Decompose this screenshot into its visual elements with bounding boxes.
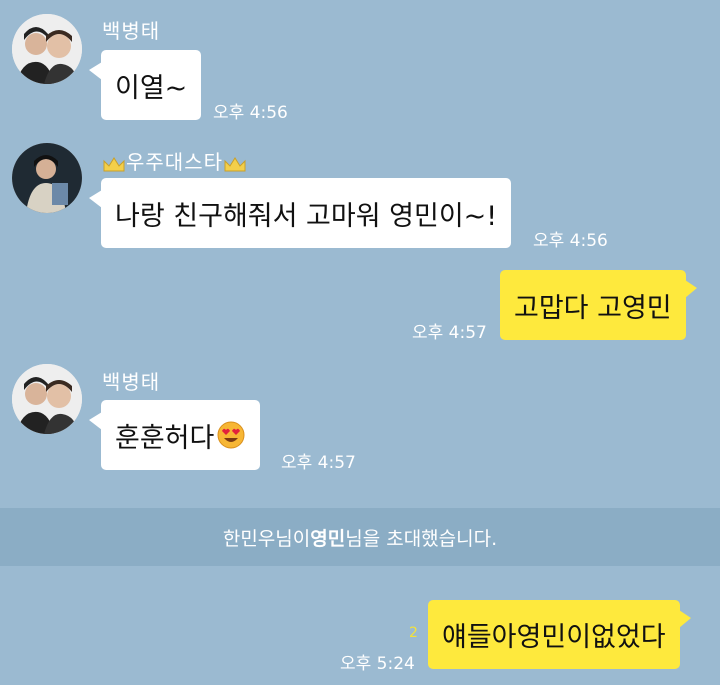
sender-name-label: 우주대스타 [126,150,223,174]
system-notice-pre: 한민우님이 [222,527,311,550]
message-time: 오후 4:57 [412,323,487,343]
crown-icon [224,156,246,171]
avatar[interactable] [12,143,82,213]
profile-photo-icon [12,364,82,434]
message-time: 오후 4:57 [281,453,356,473]
sender-name: 백병태 [102,19,161,43]
system-notice: 한민우님이 영민 님을 초대했습니다. [0,508,720,566]
system-notice-post: 님을 초대했습니다. [345,527,498,550]
sender-name: 우주대스타 [102,146,247,175]
my-message-bubble[interactable]: 얘들아영민이없었다 [428,600,691,669]
avatar[interactable] [12,364,82,434]
message-bubble[interactable]: 나랑 친구해줘서 고마워 영민이~! [88,178,512,248]
my-message-bubble[interactable]: 고맙다 고영민 [500,270,697,340]
message-time: 오후 5:24 [340,654,415,674]
profile-photo-icon [12,143,82,213]
message-time: 오후 4:56 [213,103,288,123]
profile-photo-icon [12,14,82,84]
system-notice-name: 영민 [310,527,346,550]
avatar[interactable] [12,14,82,84]
message-bubble[interactable]: 이열~ [88,50,202,120]
heart-eyes-emoji-icon [217,421,245,449]
message-text: 훈훈허다 [115,422,215,454]
message-time: 오후 4:56 [533,231,608,251]
sender-name: 백병태 [102,370,161,394]
message-bubble[interactable]: 훈훈허다 [88,400,261,470]
crown-icon [103,156,125,171]
unread-count: 2 [409,625,418,641]
